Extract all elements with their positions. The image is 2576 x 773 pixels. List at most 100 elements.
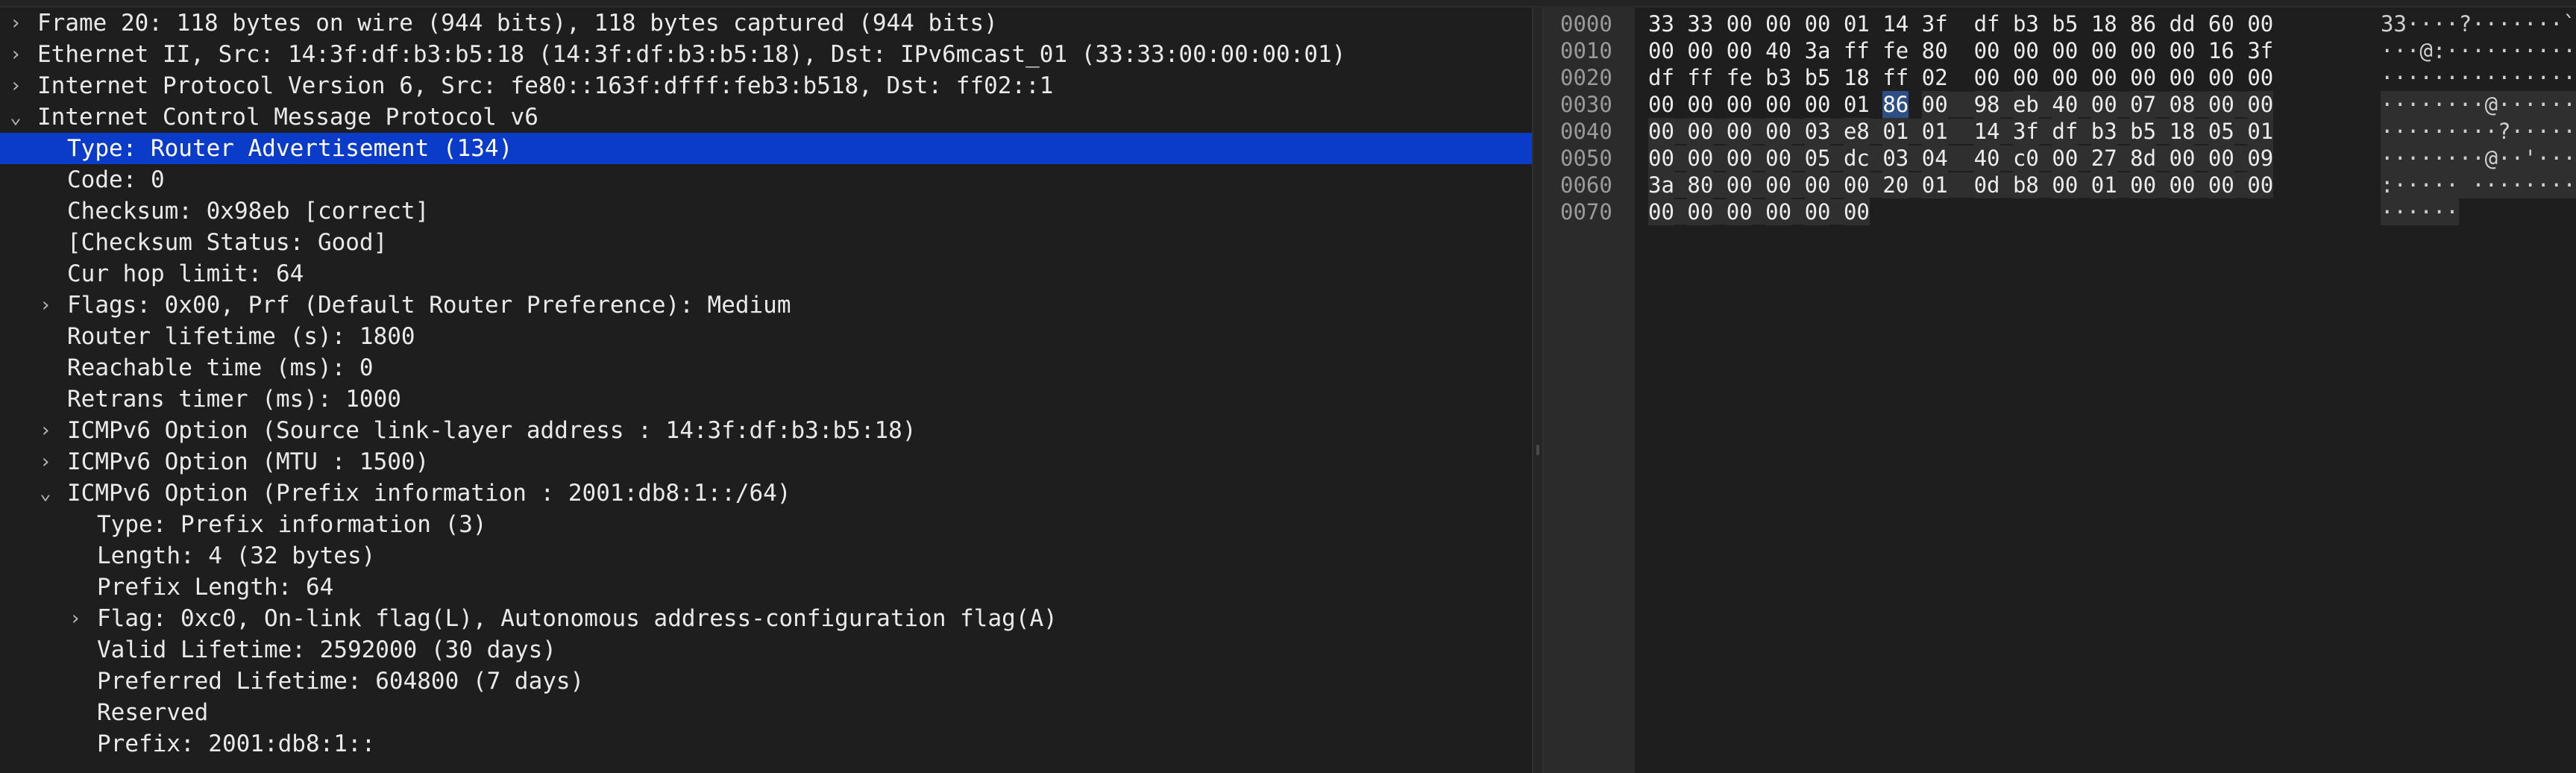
hex-byte[interactable]: 04 [1921, 145, 1948, 172]
hex-row[interactable]: 0070 00 00 00 00 00 00 ······ [1544, 198, 2576, 225]
hex-byte[interactable]: 3f [1922, 10, 1948, 37]
tree-row[interactable]: Checksum: 0x98eb [correct] [0, 195, 1532, 227]
hex-byte[interactable]: 86 [1882, 91, 1909, 118]
tree-row[interactable]: › Ethernet II, Src: 14:3f:df:b3:b5:18 (14… [0, 39, 1532, 70]
hex-byte[interactable]: c0 [2012, 145, 2039, 172]
hex-byte[interactable]: ff [1687, 64, 1713, 91]
hex-byte[interactable]: 00 [1648, 37, 1674, 64]
hex-byte[interactable]: 00 [2130, 37, 2156, 64]
expand-arrow-closed-icon[interactable]: › [7, 70, 24, 101]
hex-byte[interactable]: 00 [2247, 172, 2274, 198]
hex-byte[interactable]: 20 [1882, 172, 1909, 198]
tree-row[interactable]: Reachable time (ms): 0 [0, 352, 1532, 384]
expand-arrow-closed-icon[interactable]: › [37, 415, 54, 446]
hex-byte[interactable]: b5 [2130, 118, 2157, 145]
expand-arrow-closed-icon[interactable]: › [7, 7, 24, 39]
splitter-grip-icon[interactable] [1536, 445, 1539, 455]
tree-row[interactable]: › Internet Protocol Version 6, Src: fe80:… [0, 70, 1532, 101]
hex-byte[interactable]: df [1648, 64, 1674, 91]
hex-byte[interactable]: 05 [1804, 145, 1831, 172]
hex-bytes[interactable]: 00 00 00 00 00 00 [1648, 198, 1870, 225]
expand-arrow-closed-icon[interactable]: › [37, 290, 54, 321]
hex-byte[interactable]: 00 [1804, 198, 1831, 225]
hex-byte[interactable]: 00 [1974, 37, 2000, 64]
ascii-text[interactable]: ·········?······ [2381, 118, 2576, 145]
tree-row[interactable]: › Flags: 0x00, Prf (Default Router Prefer… [0, 290, 1532, 321]
hex-byte[interactable]: 3f [2247, 37, 2273, 64]
ascii-text[interactable]: ················ [2381, 64, 2576, 91]
hex-byte[interactable]: dd [2170, 10, 2196, 37]
hex-byte[interactable]: 00 [1804, 172, 1831, 198]
hex-byte[interactable]: 18 [2091, 10, 2117, 37]
ascii-text[interactable]: :····· ········· [2381, 172, 2576, 198]
hex-row[interactable]: 0010 00 00 00 40 3a ff fe 80 00 00 00 00 … [1544, 37, 2576, 64]
tree-row[interactable]: Type: Prefix information (3) [0, 509, 1532, 540]
hex-byte[interactable]: ff [1844, 37, 1870, 64]
hex-byte[interactable]: 60 [2208, 10, 2234, 37]
hex-byte[interactable]: 00 [2052, 145, 2079, 172]
tree-row[interactable]: Prefix Length: 64 [0, 572, 1532, 603]
hex-bytes[interactable]: 00 00 00 00 03 e8 01 01 14 3f df b3 b5 1… [1648, 118, 2274, 145]
hex-byte[interactable]: b3 [2090, 118, 2117, 145]
hex-byte[interactable]: e8 [1843, 118, 1870, 145]
hex-byte[interactable]: 00 [1727, 91, 1753, 118]
tree-row[interactable]: Preferred Lifetime: 604800 (7 days) [0, 666, 1532, 697]
hex-byte[interactable]: 00 [2247, 10, 2273, 37]
hex-byte[interactable]: 33 [1687, 10, 1713, 37]
hex-byte[interactable]: df [1974, 10, 2000, 37]
hex-byte[interactable]: b5 [1805, 64, 1831, 91]
hex-byte[interactable]: 01 [1921, 118, 1948, 145]
hex-byte[interactable]: 00 [2247, 64, 2273, 91]
hex-byte[interactable]: 00 [1687, 118, 1714, 145]
hex-byte[interactable]: 01 [1882, 118, 1909, 145]
hex-row[interactable]: 0000 33 33 00 00 00 01 14 3f df b3 b5 18 … [1544, 10, 2576, 37]
hex-byte[interactable]: 00 [1648, 198, 1674, 225]
pane-splitter[interactable] [1532, 7, 1544, 773]
hex-row[interactable]: 0050 00 00 00 00 05 dc 03 04 40 c0 00 27 … [1544, 145, 2576, 172]
hex-bytes[interactable]: 3a 80 00 00 00 00 20 01 0d b8 00 01 00 0… [1648, 172, 2274, 198]
tree-row[interactable]: Code: 0 [0, 164, 1532, 195]
hex-byte[interactable]: df [2052, 118, 2079, 145]
ascii-text[interactable]: 33····?·······`· [2381, 10, 2576, 37]
hex-byte[interactable]: 3a [1648, 172, 1674, 198]
tree-row[interactable]: Router lifetime (s): 1800 [0, 321, 1532, 352]
hex-row[interactable]: 0020 df ff fe b3 b5 18 ff 02 00 00 00 00 … [1544, 64, 2576, 91]
hex-byte[interactable]: 00 [2170, 37, 2196, 64]
hex-byte[interactable]: 3f [2012, 118, 2039, 145]
hex-byte[interactable]: 00 [2013, 64, 2039, 91]
tree-row[interactable]: › ICMPv6 Option (MTU : 1500) [0, 446, 1532, 478]
hex-byte[interactable]: 00 [1726, 198, 1753, 225]
hex-byte[interactable]: 00 [1648, 118, 1674, 145]
hex-byte[interactable]: 00 [1765, 145, 1792, 172]
ascii-text[interactable]: ···@:··········? [2381, 37, 2576, 64]
hex-byte[interactable]: 86 [2130, 10, 2156, 37]
hex-byte[interactable]: 00 [2013, 37, 2039, 64]
hex-byte[interactable]: 16 [2208, 37, 2234, 64]
tree-row[interactable]: › Frame 20: 118 bytes on wire (944 bits),… [0, 7, 1532, 39]
hex-byte[interactable]: 00 [1687, 198, 1714, 225]
hex-byte[interactable]: 00 [1765, 198, 1792, 225]
hex-byte[interactable]: eb [2012, 91, 2039, 118]
hex-byte[interactable]: 00 [2208, 64, 2234, 91]
tree-row[interactable]: › Flag: 0xc0, On-link flag(L), Autonomous… [0, 603, 1532, 634]
expand-arrow-closed-icon[interactable]: › [67, 603, 84, 634]
hex-byte[interactable]: fe [1882, 37, 1909, 64]
hex-byte[interactable]: 00 [2169, 172, 2196, 198]
hex-byte[interactable]: 18 [1844, 64, 1870, 91]
ascii-text[interactable]: ········@······· [2381, 91, 2576, 118]
hex-bytes[interactable]: 00 00 00 40 3a ff fe 80 00 00 00 00 00 0… [1648, 37, 2273, 64]
hex-byte[interactable]: 01 [1844, 91, 1870, 118]
hex-byte[interactable]: 00 [2169, 145, 2196, 172]
packet-details-pane[interactable]: › Frame 20: 118 bytes on wire (944 bits),… [0, 7, 1532, 773]
hex-byte[interactable]: 00 [2090, 91, 2117, 118]
hex-row[interactable]: 0030 00 00 00 00 00 01 86 00 98 eb 40 00 … [1544, 91, 2576, 118]
hex-byte[interactable]: 00 [1727, 37, 1753, 64]
hex-byte[interactable]: 40 [1973, 145, 2000, 172]
hex-bytes[interactable]: df ff fe b3 b5 18 ff 02 00 00 00 00 00 0… [1648, 64, 2273, 91]
hex-byte[interactable]: ff [1882, 64, 1909, 91]
hex-byte[interactable]: 08 [2169, 91, 2196, 118]
hex-bytes[interactable]: 00 00 00 00 00 01 86 00 98 eb 40 00 07 0… [1648, 91, 2274, 118]
hex-byte[interactable]: 14 [1882, 10, 1909, 37]
hex-byte[interactable]: 00 [1843, 172, 1870, 198]
tree-row[interactable]: Valid Lifetime: 2592000 (30 days) [0, 634, 1532, 666]
